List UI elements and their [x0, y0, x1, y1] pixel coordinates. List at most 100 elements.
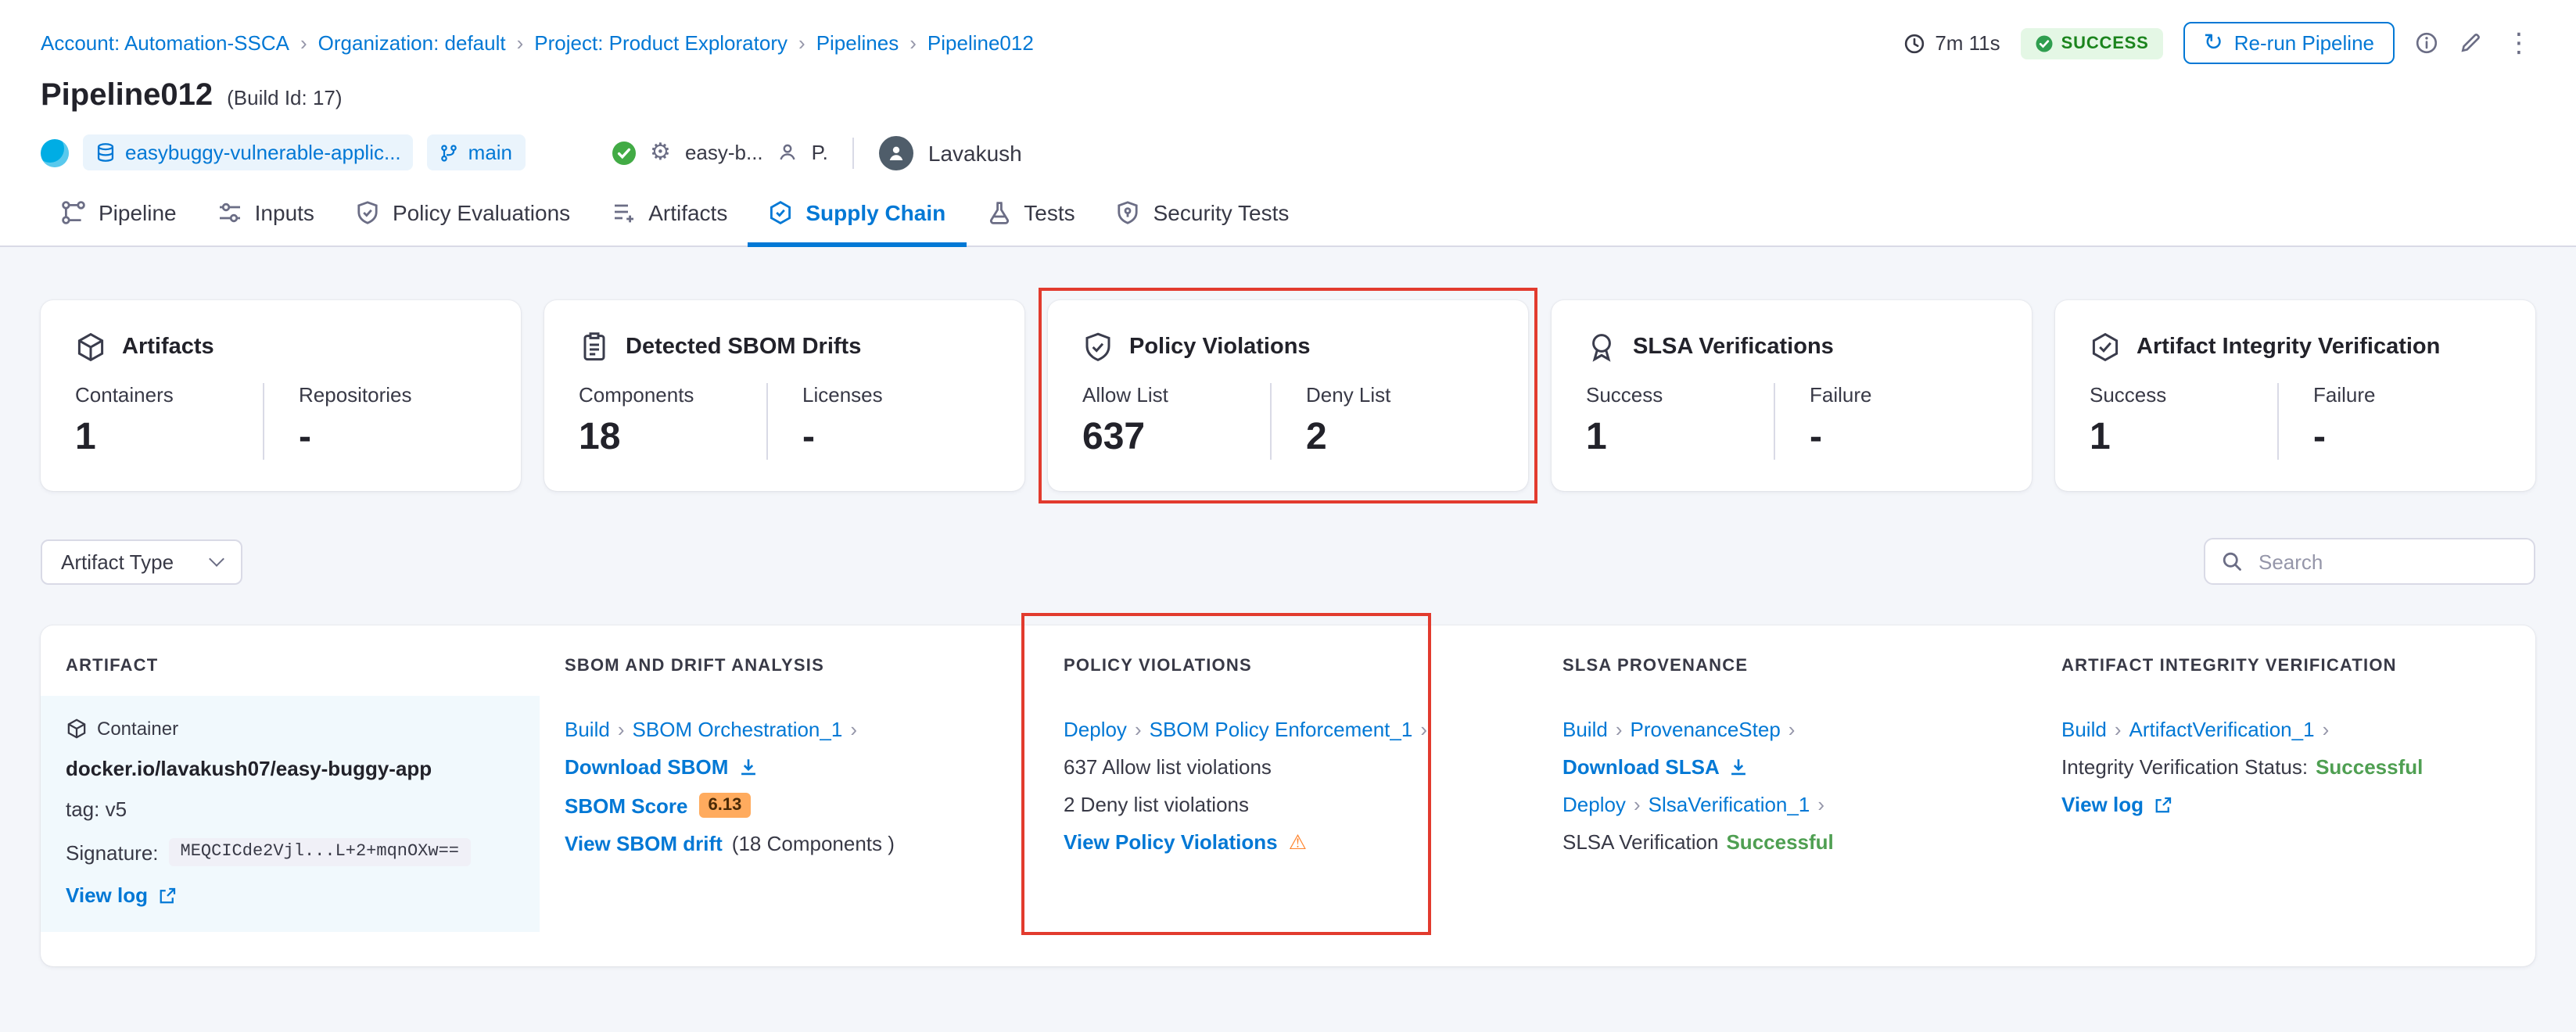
stage-link[interactable]: Deploy: [1064, 718, 1127, 741]
tab-inputs[interactable]: Inputs: [197, 185, 335, 247]
metric-label: Allow List: [1082, 383, 1270, 407]
metric-value: 2: [1306, 416, 1494, 460]
cell-slsa-provenance: Build ProvenanceStep Download SLSA Deplo…: [1537, 696, 2036, 932]
artifact-type-select[interactable]: Artifact Type: [41, 539, 242, 584]
sbom-score-link[interactable]: SBOM Score: [565, 794, 688, 817]
breadcrumb-account[interactable]: Account: Automation-SSCA: [41, 31, 289, 55]
more-options-icon[interactable]: ⋮: [2502, 30, 2535, 56]
search-input[interactable]: [2255, 548, 2518, 575]
chevron-separator-icon: [2115, 718, 2122, 741]
sbom-drift-components: (18 Components ): [732, 832, 895, 855]
chevron-down-icon: [209, 550, 224, 566]
deny-list-violations: 2 Deny list violations: [1064, 793, 1249, 816]
cell-sbom-drift: Build SBOM Orchestration_1 Download SBOM…: [540, 696, 1039, 932]
tab-security-tests[interactable]: Security Tests: [1096, 185, 1310, 247]
build-id: (Build Id: 17): [227, 86, 342, 109]
step-link[interactable]: ArtifactVerification_1: [2129, 718, 2315, 741]
step-link[interactable]: ProvenanceStep: [1631, 718, 1781, 741]
edit-icon[interactable]: [2459, 31, 2482, 55]
pipeline-icon: [61, 200, 86, 225]
branch-chip[interactable]: main: [428, 134, 525, 170]
stage-link[interactable]: Deploy: [1562, 793, 1626, 816]
breadcrumb-separator-icon: [300, 31, 307, 55]
slsa-badge-icon: [1586, 331, 1617, 363]
view-log-link[interactable]: View log: [2061, 793, 2144, 816]
card-artifact-integrity-verification: Artifact Integrity Verification Success …: [2055, 300, 2535, 491]
stage-link[interactable]: Build: [565, 718, 610, 741]
allow-list-violations: 637 Allow list violations: [1064, 755, 1272, 779]
repo-link[interactable]: easybuggy-vulnerable-applic...: [83, 134, 414, 170]
signature-value[interactable]: MEQCICde2Vjl...L+2+mqnOXw==: [170, 838, 470, 866]
breadcrumb-pipelines[interactable]: Pipelines: [816, 31, 899, 55]
download-icon: [737, 757, 758, 777]
download-slsa-link[interactable]: Download SLSA: [1562, 755, 1720, 779]
chevron-separator-icon: [618, 718, 625, 741]
trigger-user-short: P.: [812, 141, 828, 164]
view-sbom-drift-link[interactable]: View SBOM drift: [565, 832, 723, 855]
metric-label: Components: [579, 383, 766, 407]
tab-policy-evaluations[interactable]: Policy Evaluations: [335, 185, 590, 247]
chevron-separator-icon: [1135, 718, 1142, 741]
column-header-integrity: ARTIFACT INTEGRITY VERIFICATION: [2036, 625, 2535, 696]
refresh-icon: ↻: [2204, 31, 2223, 55]
info-icon[interactable]: [2415, 31, 2438, 55]
table-header-row: ARTIFACT SBOM AND DRIFT ANALYSIS POLICY …: [41, 625, 2535, 696]
metric-value: 1: [2090, 416, 2277, 460]
integrity-status-value: Successful: [2316, 755, 2423, 779]
external-link-icon: [157, 886, 176, 905]
tab-bar: Pipeline Inputs Policy Evaluations Artif…: [0, 185, 2576, 247]
title-row: Pipeline012 (Build Id: 17): [0, 64, 2576, 114]
top-bar: Account: Automation-SSCA Organization: d…: [0, 0, 2576, 64]
stage-link[interactable]: Build: [2061, 718, 2107, 741]
module-icon: [41, 138, 69, 167]
artifact-type-label: Container: [97, 718, 178, 740]
page-title: Pipeline012: [41, 78, 213, 114]
run-actions: 7m 11s SUCCESS ↻ Re-run Pipeline ⋮: [1903, 22, 2535, 64]
rerun-pipeline-button[interactable]: ↻ Re-run Pipeline: [2183, 22, 2395, 64]
tab-supply-chain[interactable]: Supply Chain: [748, 185, 966, 247]
breadcrumb-pipeline012[interactable]: Pipeline012: [927, 31, 1034, 55]
breadcrumb-project[interactable]: Project: Product Exploratory: [534, 31, 788, 55]
branch-icon: [440, 143, 459, 162]
chevron-separator-icon: [1788, 718, 1796, 741]
trigger-pipeline-name[interactable]: easy-b...: [685, 141, 763, 164]
metric-label: Failure: [2313, 383, 2501, 407]
chevron-separator-icon: [850, 718, 857, 741]
view-policy-violations-link[interactable]: View Policy Violations: [1064, 830, 1278, 854]
supply-chain-content: Artifacts Containers 1 Repositories -: [0, 247, 2576, 1032]
repo-icon: [95, 142, 116, 163]
step-link[interactable]: SBOM Policy Enforcement_1: [1150, 718, 1413, 741]
metric-value: 18: [579, 416, 766, 460]
download-icon: [1729, 757, 1749, 777]
page: Account: Automation-SSCA Organization: d…: [0, 0, 2576, 1032]
container-icon: [66, 718, 88, 740]
sbom-file-icon: [579, 331, 610, 363]
card-slsa-verifications: SLSA Verifications Success 1 Failure -: [1552, 300, 2032, 491]
filter-row: Artifact Type: [41, 538, 2535, 585]
chevron-separator-icon: [1634, 793, 1641, 816]
chevron-separator-icon: [1817, 793, 1824, 816]
metric-label: Success: [2090, 383, 2277, 407]
metric-label: Deny List: [1306, 383, 1494, 407]
avatar: [880, 135, 914, 170]
slsa-verification-label: SLSA Verification: [1562, 830, 1718, 854]
tab-artifacts[interactable]: Artifacts: [590, 185, 748, 247]
column-header-policy-violations: POLICY VIOLATIONS: [1039, 625, 1537, 696]
column-header-sbom: SBOM AND DRIFT ANALYSIS: [540, 625, 1039, 696]
signature-label: Signature:: [66, 840, 159, 864]
download-sbom-link[interactable]: Download SBOM: [565, 755, 728, 779]
inputs-icon: [217, 200, 242, 225]
chevron-separator-icon: [1616, 718, 1623, 741]
artifact-image-name: docker.io/lavakush07/easy-buggy-app: [66, 757, 432, 780]
breadcrumb: Account: Automation-SSCA Organization: d…: [41, 31, 1034, 55]
step-link[interactable]: SlsaVerification_1: [1649, 793, 1810, 816]
stage-link[interactable]: Build: [1562, 718, 1608, 741]
tab-tests[interactable]: Tests: [966, 185, 1095, 247]
metric-value: -: [1810, 416, 1997, 460]
commit-status-icon: [611, 140, 636, 165]
tab-pipeline[interactable]: Pipeline: [41, 185, 197, 247]
card-artifacts: Artifacts Containers 1 Repositories -: [41, 300, 521, 491]
view-log-link[interactable]: View log: [66, 883, 148, 907]
step-link[interactable]: SBOM Orchestration_1: [633, 718, 843, 741]
breadcrumb-organization[interactable]: Organization: default: [318, 31, 506, 55]
